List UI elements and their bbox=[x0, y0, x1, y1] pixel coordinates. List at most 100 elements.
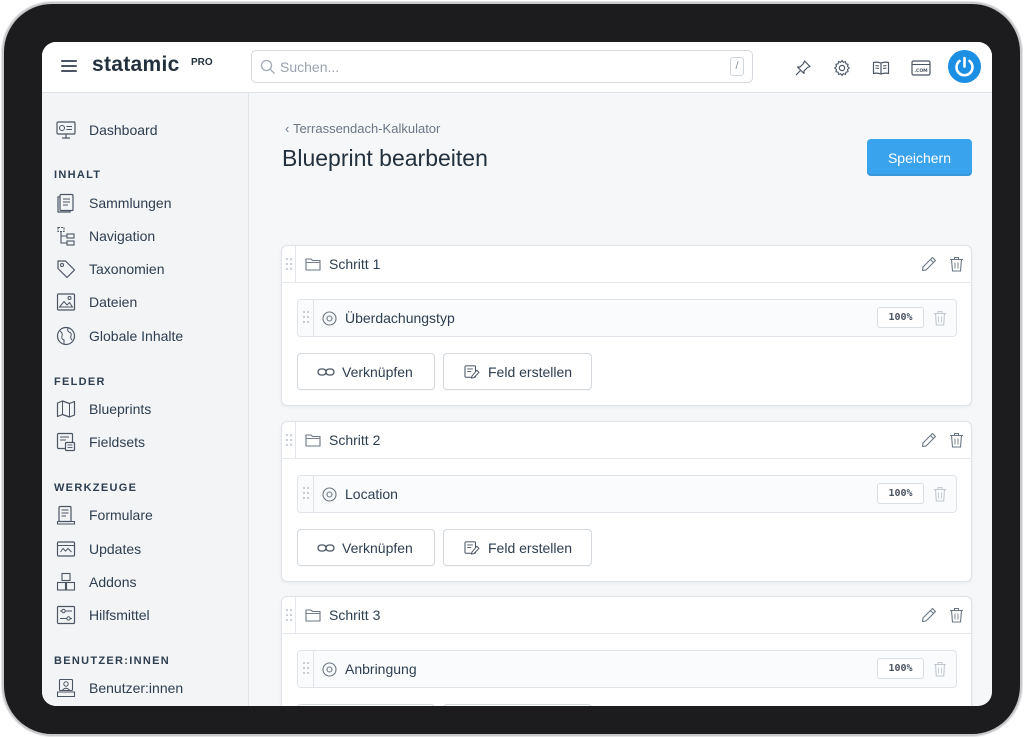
create-field-button[interactable]: Feld erstellen bbox=[443, 704, 592, 706]
sidebar-item-sammlungen[interactable]: Sammlungen bbox=[56, 191, 241, 215]
power-icon bbox=[955, 56, 974, 77]
image-file-icon bbox=[56, 293, 76, 311]
create-field-button[interactable]: Feld erstellen bbox=[443, 529, 592, 566]
search-input[interactable] bbox=[280, 51, 720, 82]
link-field-button[interactable]: Verknüpfen bbox=[297, 529, 435, 566]
sidebar-item-label: Formulare bbox=[89, 507, 153, 523]
folder-icon bbox=[305, 258, 321, 271]
sidebar-section-benutzer: BENUTZER:INNEN bbox=[54, 655, 170, 667]
create-field-icon bbox=[464, 541, 480, 555]
field-width-badge[interactable]: 100% bbox=[877, 307, 924, 328]
sidebar-item-globale-inhalte[interactable]: Globale Inhalte bbox=[56, 324, 241, 348]
pencil-icon[interactable] bbox=[921, 607, 937, 623]
chevron-left-icon: ‹ bbox=[285, 121, 293, 136]
sidebar-item-taxonomien[interactable]: Taxonomien bbox=[56, 257, 241, 281]
save-button[interactable]: Speichern bbox=[867, 139, 972, 176]
trash-icon[interactable] bbox=[949, 256, 964, 272]
sidebar-item-label: Benutzer:innen bbox=[89, 680, 184, 696]
logo: statamic bbox=[92, 53, 180, 76]
main-content: ‹ Terrassendach-Kalkulator Blueprint bea… bbox=[249, 93, 992, 706]
tablet-frame: statamic PRO / .COM Dashboard INHALT bbox=[4, 4, 1020, 734]
trash-icon[interactable] bbox=[949, 607, 964, 623]
sidebar-item-fieldsets[interactable]: Fieldsets bbox=[56, 430, 241, 454]
sidebar-item-label: Dateien bbox=[89, 294, 138, 310]
sidebar-item-label: Dashboard bbox=[89, 122, 158, 138]
section-title[interactable]: Schritt 1 bbox=[329, 256, 380, 272]
gear-icon[interactable] bbox=[833, 59, 851, 77]
sidebar-item-hilfsmittel[interactable]: Hilfsmittel bbox=[56, 603, 241, 627]
radio-field-icon bbox=[322, 662, 337, 677]
field-label[interactable]: Überdachungstyp bbox=[345, 310, 455, 326]
search-box[interactable]: / bbox=[251, 50, 753, 83]
field-label[interactable]: Anbringung bbox=[345, 661, 417, 677]
book-icon[interactable] bbox=[872, 59, 890, 77]
grip-icon bbox=[303, 487, 309, 499]
trash-icon[interactable] bbox=[933, 310, 947, 326]
sidebar-item-label: Taxonomien bbox=[89, 261, 165, 277]
globe-icon bbox=[56, 326, 76, 346]
blueprint-section: Schritt 1 Überdachungstyp 100% Verknüpfe… bbox=[281, 245, 972, 406]
blueprint-section: Schritt 2 Location 100% Verknüpfen Feld … bbox=[281, 421, 972, 582]
pencil-icon[interactable] bbox=[921, 432, 937, 448]
grip-icon bbox=[286, 434, 292, 446]
sidebar-section-werkzeuge: WERKZEUGE bbox=[54, 482, 138, 494]
field-drag-handle[interactable] bbox=[298, 651, 314, 687]
sidebar-item-dashboard[interactable]: Dashboard bbox=[56, 118, 241, 142]
field-drag-handle[interactable] bbox=[298, 476, 314, 512]
link-icon bbox=[317, 368, 335, 376]
sidebar-item-updates[interactable]: Updates bbox=[56, 537, 241, 561]
user-avatar[interactable] bbox=[948, 50, 981, 83]
sidebar-item-label: Hilfsmittel bbox=[89, 607, 150, 623]
sidebar-item-benutzer[interactable]: Benutzer:innen bbox=[56, 676, 241, 700]
breadcrumb-label: Terrassendach-Kalkulator bbox=[292, 121, 441, 136]
section-title[interactable]: Schritt 3 bbox=[329, 607, 380, 623]
section-header: Schritt 1 bbox=[282, 246, 971, 283]
grip-icon bbox=[286, 609, 292, 621]
sidebar-item-label: Globale Inhalte bbox=[89, 328, 184, 344]
breadcrumb[interactable]: ‹ Terrassendach-Kalkulator bbox=[285, 121, 440, 136]
create-field-button[interactable]: Feld erstellen bbox=[443, 353, 592, 390]
button-label: Verknüpfen bbox=[342, 364, 413, 380]
link-icon bbox=[317, 544, 335, 552]
sidebar-item-dateien[interactable]: Dateien bbox=[56, 290, 241, 314]
link-field-button[interactable]: Verknüpfen bbox=[297, 704, 435, 706]
section-drag-handle[interactable] bbox=[282, 422, 296, 459]
sidebar: Dashboard INHALT Sammlungen Navigation T… bbox=[42, 93, 249, 706]
users-icon bbox=[56, 678, 76, 698]
sidebar-item-label: Sammlungen bbox=[89, 195, 172, 211]
sidebar-item-addons[interactable]: Addons bbox=[56, 570, 241, 594]
button-label: Verknüpfen bbox=[342, 540, 413, 556]
sitemap-icon bbox=[57, 226, 75, 246]
sidebar-item-label: Fieldsets bbox=[89, 434, 146, 450]
hamburger-menu-icon[interactable] bbox=[61, 60, 77, 74]
dashboard-icon bbox=[56, 121, 76, 139]
sidebar-item-label: Addons bbox=[89, 574, 137, 590]
fieldset-icon bbox=[56, 432, 76, 452]
trash-icon[interactable] bbox=[949, 432, 964, 448]
field-row: Location 100% bbox=[297, 475, 957, 513]
sidebar-item-navigation[interactable]: Navigation bbox=[56, 224, 241, 248]
site-dotcom-icon[interactable]: .COM bbox=[911, 59, 931, 77]
trash-icon[interactable] bbox=[933, 661, 947, 677]
field-drag-handle[interactable] bbox=[298, 300, 314, 336]
field-width-badge[interactable]: 100% bbox=[877, 658, 924, 679]
blueprint-map-icon bbox=[56, 400, 76, 418]
section-drag-handle[interactable] bbox=[282, 246, 296, 283]
pencil-icon[interactable] bbox=[921, 256, 937, 272]
section-title[interactable]: Schritt 2 bbox=[329, 432, 380, 448]
link-field-button[interactable]: Verknüpfen bbox=[297, 353, 435, 390]
trash-icon[interactable] bbox=[933, 486, 947, 502]
pin-icon[interactable] bbox=[794, 59, 812, 77]
updates-icon bbox=[56, 541, 76, 557]
radio-field-icon bbox=[322, 311, 337, 326]
section-drag-handle[interactable] bbox=[282, 597, 296, 634]
top-bar: statamic PRO / .COM bbox=[42, 42, 992, 93]
tag-icon bbox=[57, 260, 76, 279]
field-row: Anbringung 100% bbox=[297, 650, 957, 688]
button-label: Feld erstellen bbox=[488, 540, 573, 556]
field-width-badge[interactable]: 100% bbox=[877, 483, 924, 504]
field-label[interactable]: Location bbox=[345, 486, 398, 502]
sidebar-item-formulare[interactable]: Formulare bbox=[56, 503, 241, 527]
section-header: Schritt 2 bbox=[282, 422, 971, 459]
sidebar-item-blueprints[interactable]: Blueprints bbox=[56, 397, 241, 421]
